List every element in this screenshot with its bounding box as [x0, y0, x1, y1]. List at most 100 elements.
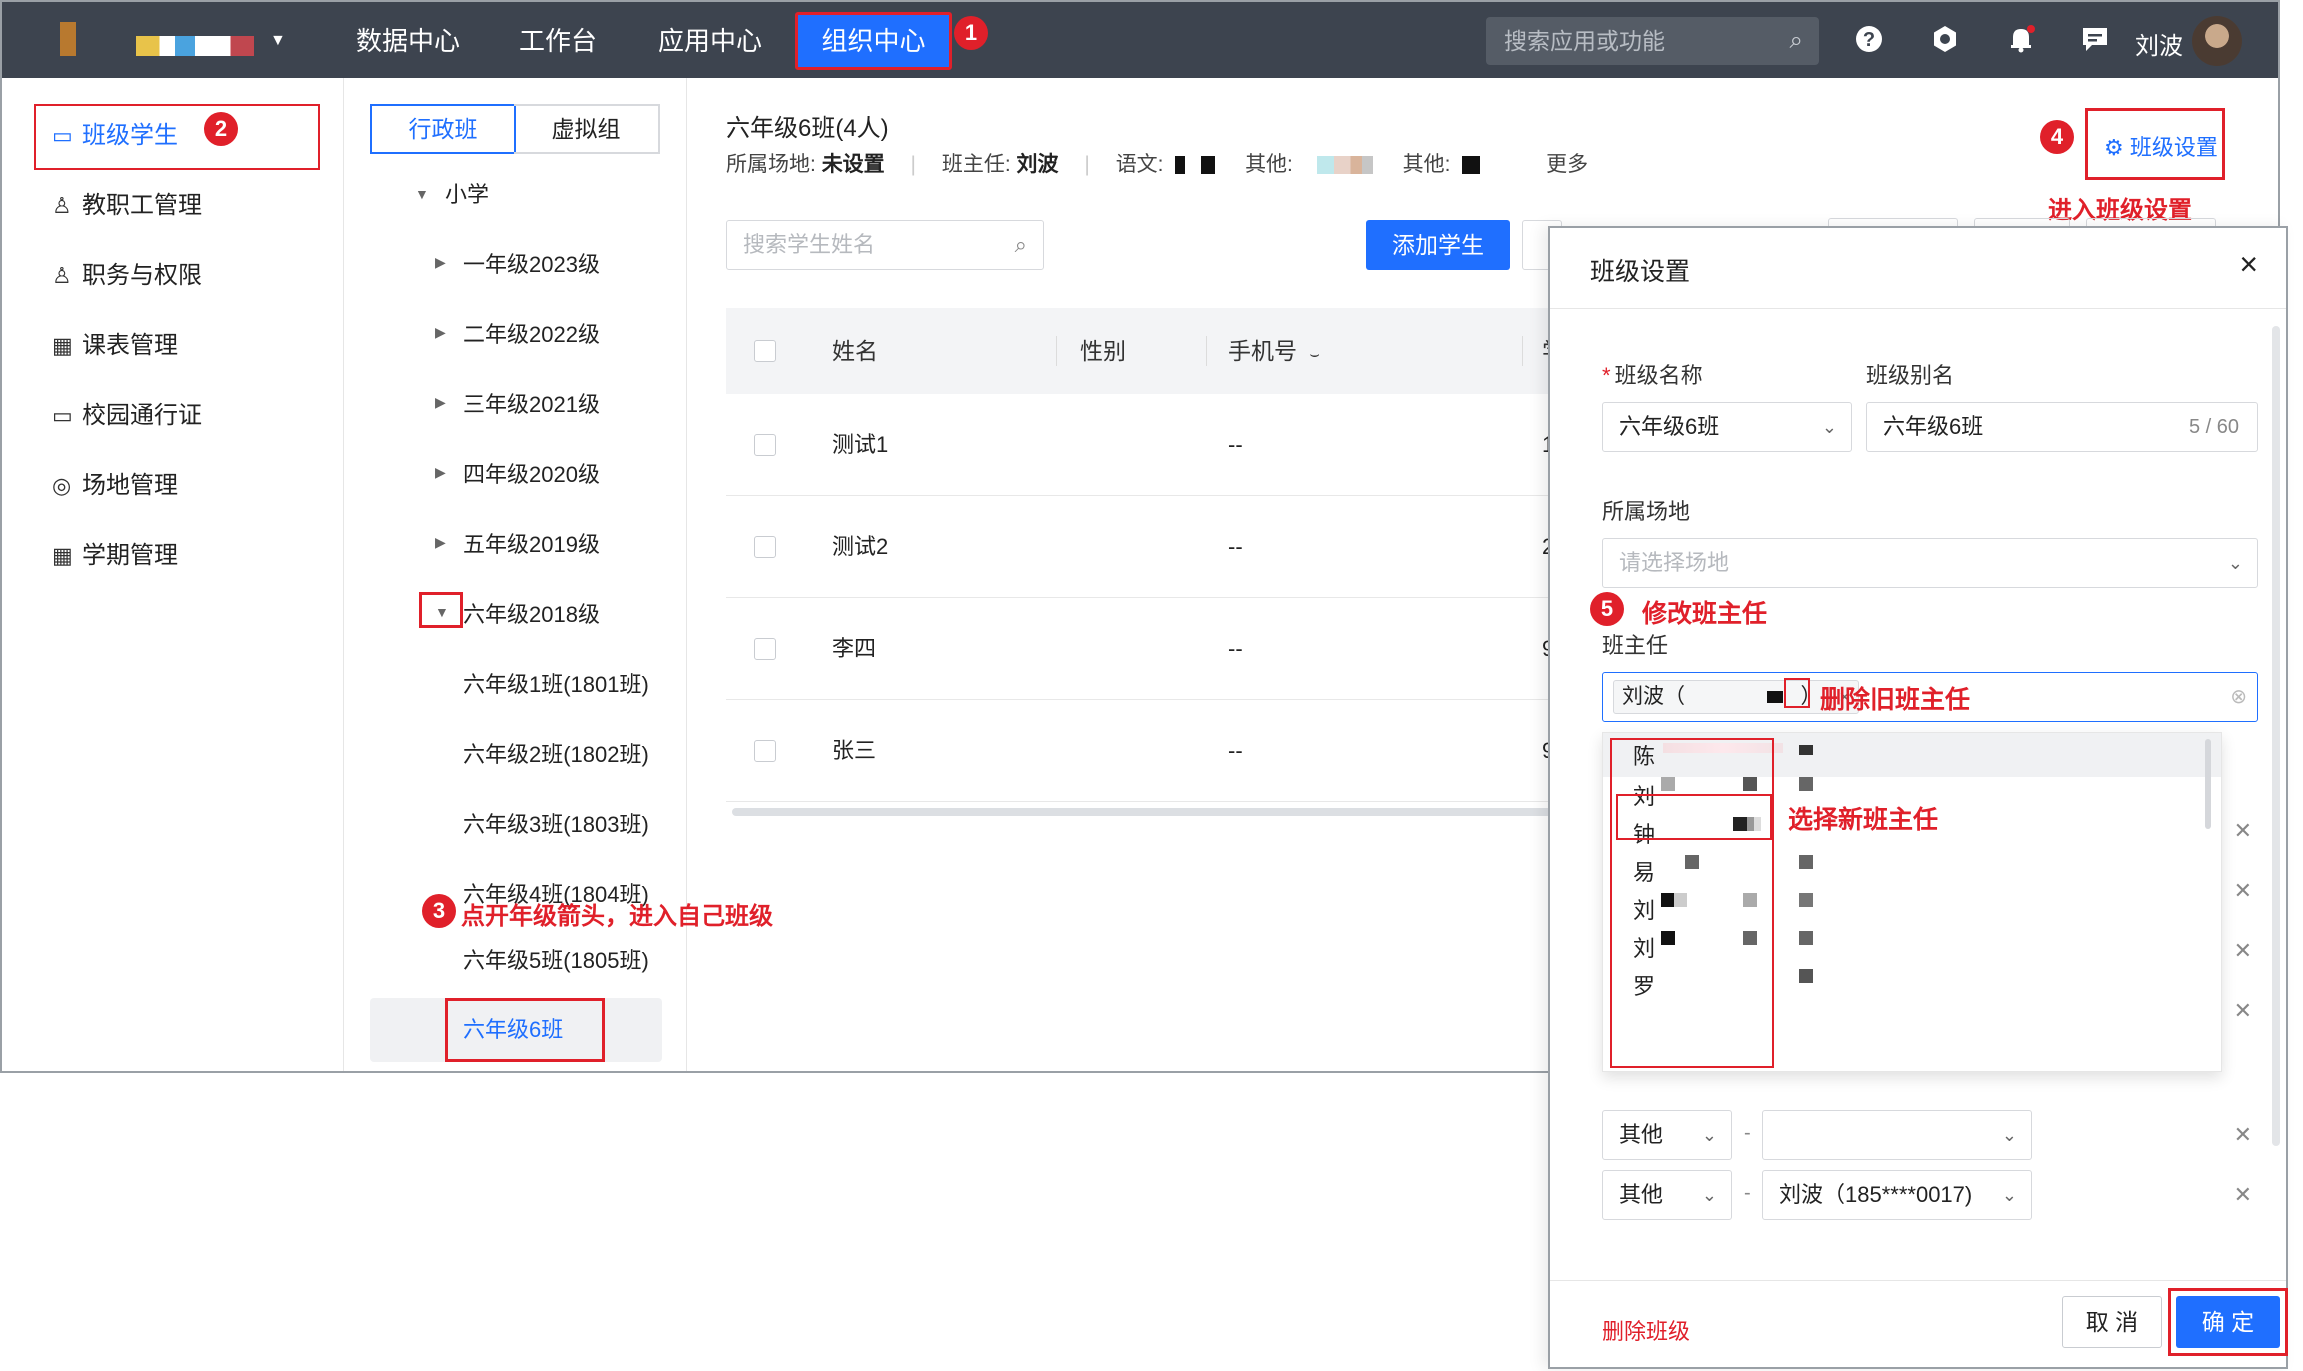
tree-node-primary[interactable]: 小学 — [445, 178, 489, 212]
row-checkbox[interactable] — [754, 638, 776, 660]
more-link[interactable]: 更多 — [1546, 153, 1588, 176]
sidebar-item-semesters[interactable]: ▦ 学期管理 — [52, 536, 178, 576]
remove-row-icon[interactable]: ✕ — [2234, 1122, 2252, 1148]
cell-phone: -- — [1228, 534, 1243, 559]
search-placeholder: 搜索应用或功能 — [1504, 28, 1665, 54]
tree-node-grade[interactable]: 三年级2021级 — [463, 388, 600, 422]
horizontal-scrollbar[interactable] — [732, 808, 1562, 816]
close-icon[interactable]: × — [2239, 246, 2258, 283]
nav-app-center[interactable]: 应用中心 — [646, 20, 774, 62]
bell-icon[interactable] — [2006, 24, 2036, 54]
remove-row-icon[interactable]: ✕ — [2234, 998, 2252, 1024]
redacted-mosaic — [1799, 893, 1813, 907]
table-row[interactable]: 测试2 -- 22 — [726, 496, 1566, 598]
remove-row-icon[interactable]: ✕ — [2234, 938, 2252, 964]
class-name-select[interactable]: 六年级6班 ⌄ — [1602, 402, 1852, 452]
chevron-down-icon[interactable]: ▼ — [270, 32, 286, 50]
caret-right-icon[interactable]: ▶ — [435, 464, 446, 481]
redacted-mosaic — [1799, 969, 1813, 983]
nav-org-center[interactable]: 组织中心 — [795, 12, 952, 70]
select-all-checkbox[interactable] — [754, 340, 776, 362]
calendar-clock-icon: ▦ — [52, 543, 73, 568]
venue-select[interactable]: 请选择场地 ⌄ — [1602, 538, 2258, 588]
table-row[interactable]: 张三 -- 98 — [726, 700, 1566, 802]
column-divider — [1056, 336, 1057, 366]
cell-phone: -- — [1228, 432, 1243, 457]
tree-node-grade[interactable]: 一年级2023级 — [463, 248, 600, 282]
nav-data-center[interactable]: 数据中心 — [344, 20, 472, 62]
highlight-selected-class — [445, 998, 605, 1062]
eye-closed-icon[interactable]: ⌣ — [1309, 346, 1320, 363]
dropdown-scrollbar[interactable] — [2205, 739, 2211, 829]
cancel-button[interactable]: 取 消 — [2062, 1296, 2162, 1348]
sidebar-item-timetable[interactable]: ▦ 课表管理 — [52, 326, 178, 366]
row-checkbox[interactable] — [754, 536, 776, 558]
user-name[interactable]: 刘波 — [2135, 26, 2183, 61]
user-icon: ♙ — [52, 193, 72, 218]
app-search-input[interactable]: 搜索应用或功能 ⌕ — [1486, 17, 1819, 65]
alias-value: 六年级6班 — [1883, 414, 1984, 439]
tab-admin-class[interactable]: 行政班 — [370, 104, 516, 154]
tree-node-grade-expanded[interactable]: 六年级2018级 — [463, 598, 600, 632]
sidebar-item-label: 校园通行证 — [82, 402, 202, 429]
student-search-input[interactable]: 搜索学生姓名 ⌕ — [726, 220, 1044, 270]
cell-name: 张三 — [832, 738, 877, 763]
head-teacher-tag-text: 刘波（ — [1622, 685, 1685, 708]
remove-row-icon[interactable]: ✕ — [2234, 1182, 2252, 1208]
caret-right-icon[interactable]: ▶ — [435, 534, 446, 551]
column-divider — [1522, 336, 1523, 366]
sidebar-item-roles[interactable]: ♙ 职务与权限 — [52, 256, 202, 296]
caret-right-icon[interactable]: ▶ — [435, 394, 446, 411]
user-lock-icon: ♙ — [52, 263, 72, 288]
add-student-button[interactable]: 添加学生 — [1366, 220, 1510, 270]
subject-teacher-select[interactable]: 刘波（185****0017) ⌄ — [1762, 1170, 2032, 1220]
redacted-mosaic — [1799, 855, 1813, 869]
sidebar-item-campus-pass[interactable]: ▭ 校园通行证 — [52, 396, 202, 436]
cell-name: 李四 — [832, 636, 877, 661]
row-checkbox[interactable] — [754, 740, 776, 762]
school-name-logo[interactable] — [136, 36, 254, 56]
caret-right-icon[interactable]: ▶ — [435, 324, 446, 341]
sidebar-item-venues[interactable]: ◎ 场地管理 — [52, 466, 178, 506]
column-divider — [1206, 336, 1207, 366]
subject-select[interactable]: 其他 ⌄ — [1602, 1170, 1732, 1220]
remove-row-icon[interactable]: ✕ — [2234, 878, 2252, 904]
tree-node-grade[interactable]: 四年级2020级 — [463, 458, 600, 492]
tab-virtual-group[interactable]: 虚拟组 — [514, 104, 660, 154]
annotation-step5: 修改班主任 — [1642, 600, 1768, 628]
search-placeholder: 搜索学生姓名 — [743, 232, 876, 257]
nav-workbench[interactable]: 工作台 — [507, 20, 609, 62]
alias-input[interactable]: 六年级6班 5 / 60 — [1866, 402, 2258, 452]
avatar[interactable] — [2192, 16, 2242, 66]
redacted-mosaic — [1799, 931, 1813, 945]
redacted-mosaic — [1316, 156, 1373, 175]
subject-select[interactable]: 其他 ⌄ — [1602, 1110, 1732, 1160]
tree-node-class[interactable]: 六年级1班(1801班) — [463, 668, 649, 702]
vertical-scrollbar[interactable] — [2272, 326, 2280, 1146]
row-checkbox[interactable] — [754, 434, 776, 456]
class-name-label-text: 班级名称 — [1614, 363, 1703, 388]
table-row[interactable]: 李四 -- 98 — [726, 598, 1566, 700]
tree-node-grade[interactable]: 五年级2019级 — [463, 528, 600, 562]
remove-row-icon[interactable]: ✕ — [2234, 818, 2252, 844]
tree-node-grade[interactable]: 二年级2022级 — [463, 318, 600, 352]
tree-node-class[interactable]: 六年级2班(1802班) — [463, 738, 649, 772]
clear-icon[interactable]: ⊗ — [2230, 673, 2247, 721]
step-number-1: 1 — [954, 16, 988, 50]
caret-down-icon[interactable]: ▼ — [415, 186, 429, 202]
message-icon[interactable] — [2080, 24, 2110, 54]
phone-header-label: 手机号 — [1228, 338, 1297, 364]
step-number-5: 5 — [1590, 592, 1624, 626]
help-icon[interactable]: ? — [1854, 24, 1884, 54]
alias-char-count: 5 / 60 — [2188, 416, 2239, 438]
tree-node-class[interactable]: 六年级5班(1805班) — [463, 944, 649, 978]
table-row[interactable]: 测试1 -- 11 — [726, 394, 1566, 496]
sidebar-item-staff[interactable]: ♙ 教职工管理 — [52, 186, 202, 226]
delete-class-button[interactable]: 删除班级 — [1602, 1314, 1690, 1346]
caret-right-icon[interactable]: ▶ — [435, 254, 446, 271]
column-header-phone: 手机号 ⌣ — [1228, 308, 1320, 398]
dash-separator: - — [1744, 1182, 1751, 1204]
subject-teacher-select[interactable]: ⌄ — [1762, 1110, 2032, 1160]
tree-node-class[interactable]: 六年级3班(1803班) — [463, 808, 649, 842]
settings-icon[interactable] — [1930, 24, 1960, 54]
